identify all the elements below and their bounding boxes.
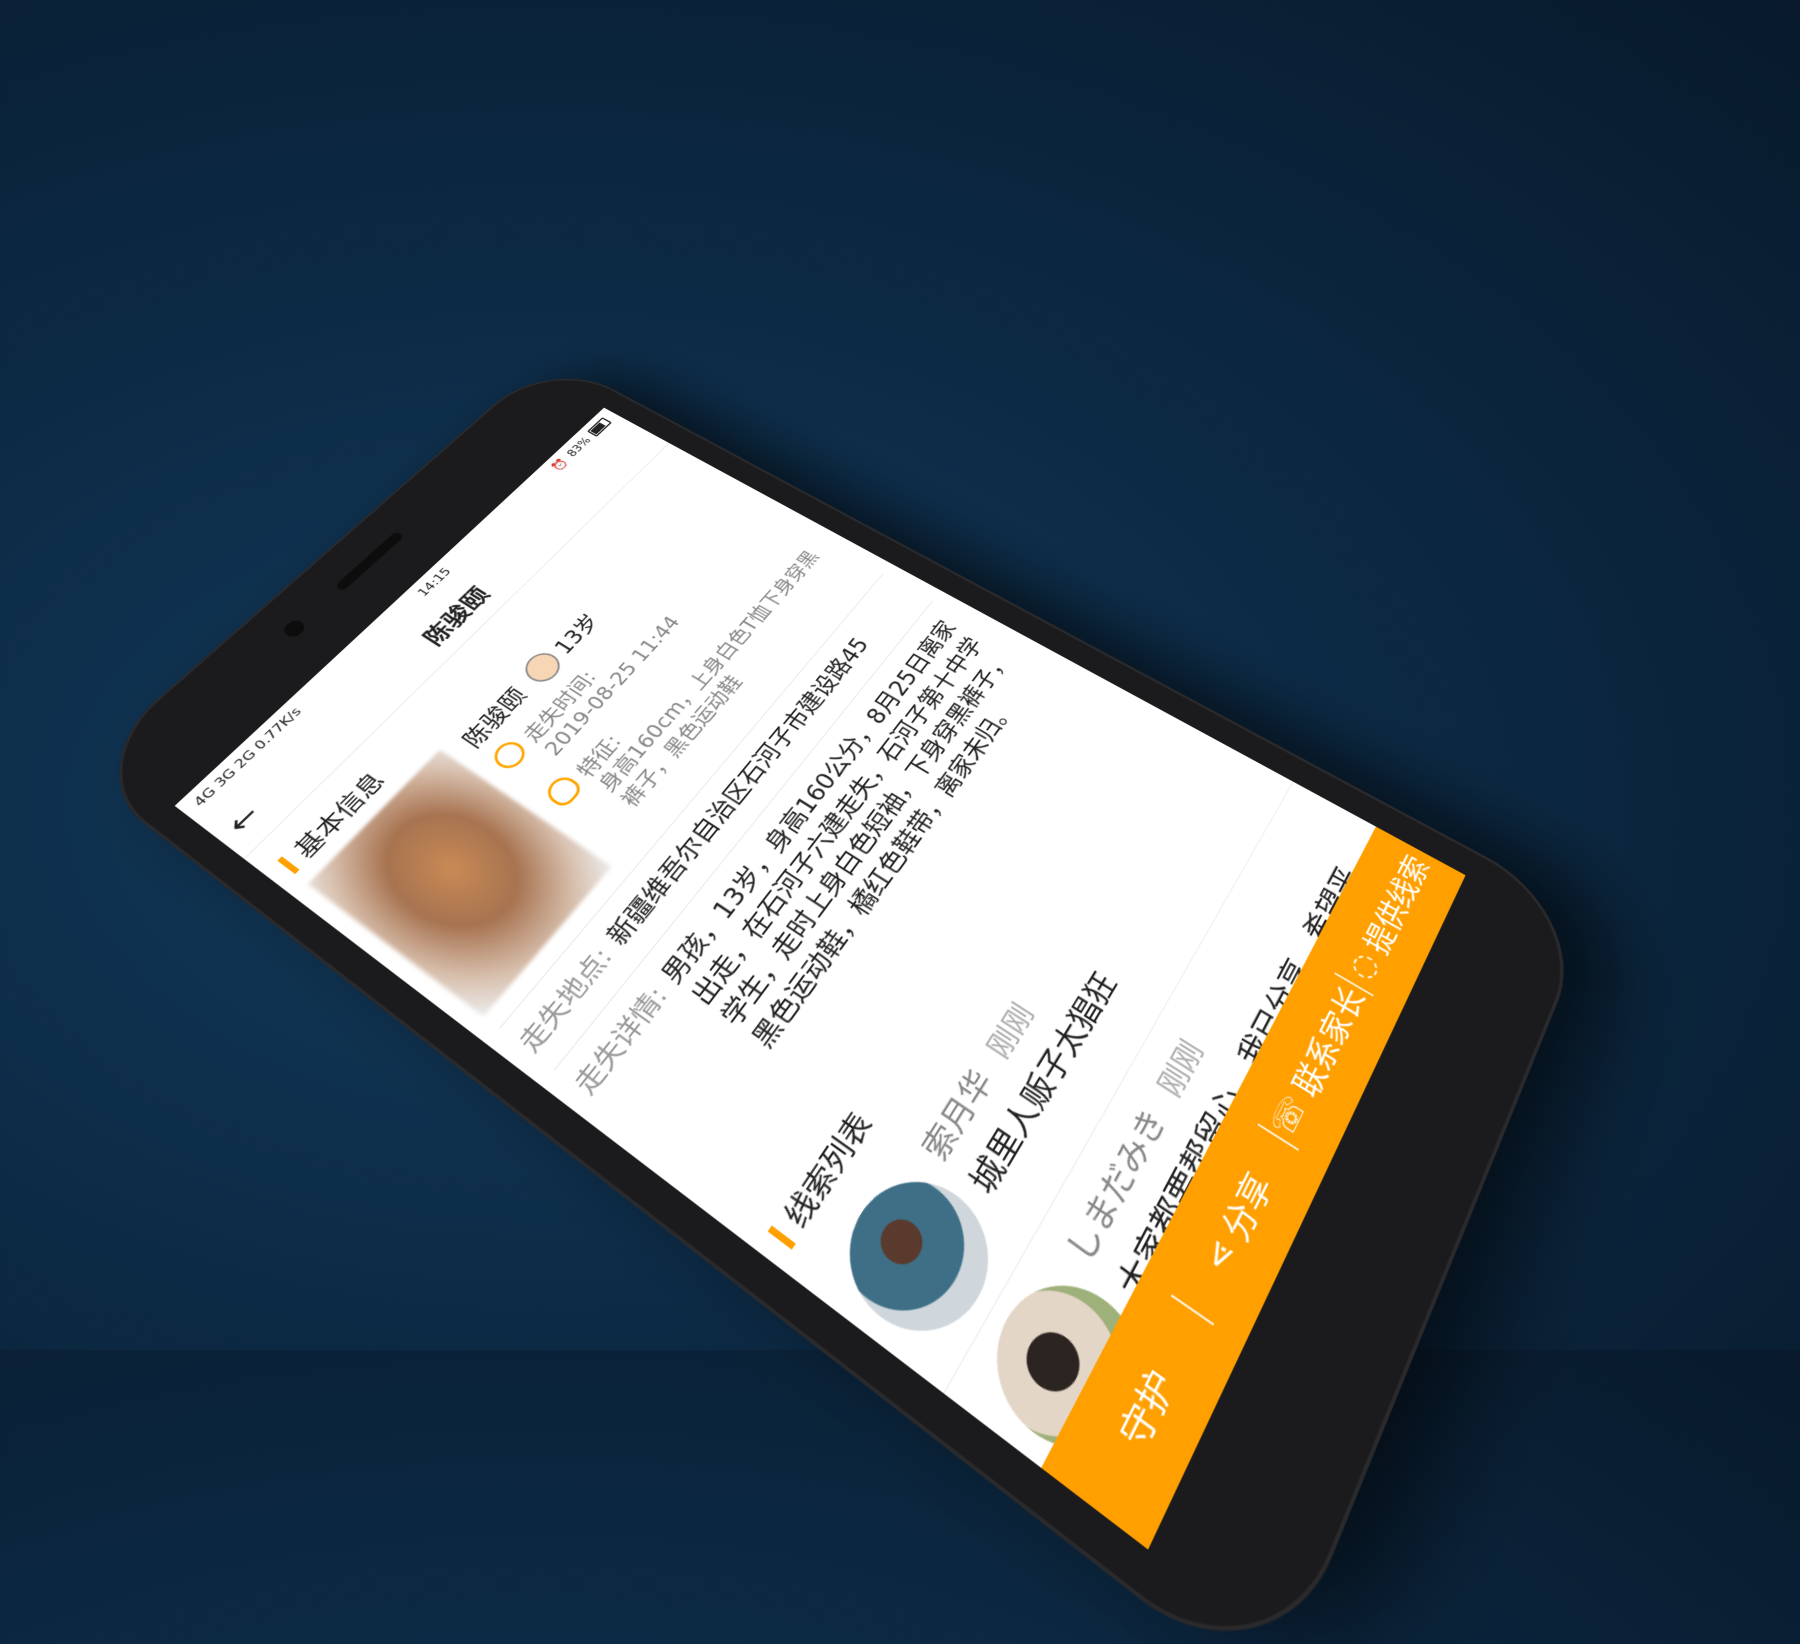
front-camera [280,617,309,640]
section-accent-bar [767,1225,796,1250]
clock-icon [488,737,531,774]
contact-label: 联系家长 [1286,980,1373,1105]
guard-label: 守护 [1111,1361,1185,1459]
scene: 4G 3G 2G 0.77K/s 14:15 ⏰ 83% ← 陈骏颐 基本信息 [0,0,1800,1644]
provide-clue-label: 提供线索 [1357,850,1437,961]
alarm-icon: ⏰ [548,456,571,473]
section-accent-bar [277,856,300,875]
phone-frame: 4G 3G 2G 0.77K/s 14:15 ⏰ 83% ← 陈骏颐 基本信息 [75,355,1594,1644]
lightbulb-icon [541,772,585,810]
phone-screen: 4G 3G 2G 0.77K/s 14:15 ⏰ 83% ← 陈骏颐 基本信息 [174,407,1466,1550]
arrow-left-icon[interactable]: ← [220,800,267,840]
speaker-grille [334,530,405,592]
